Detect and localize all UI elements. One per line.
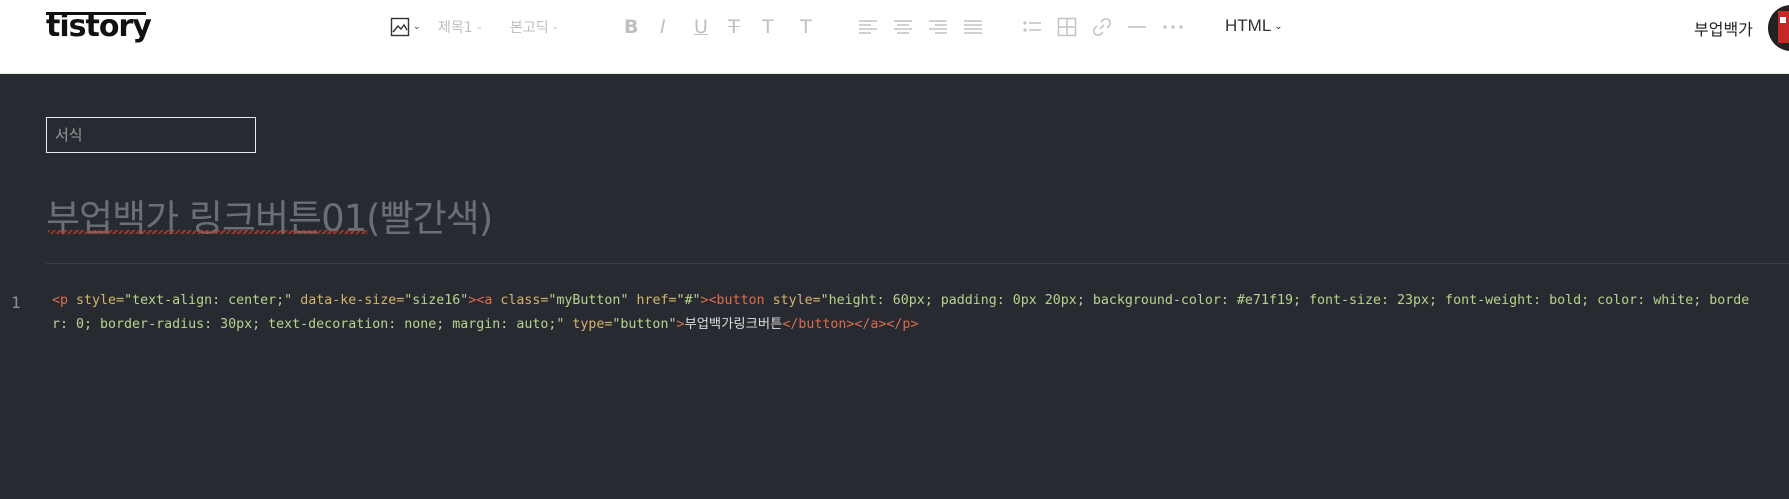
bulleted-list-button[interactable] xyxy=(1022,16,1042,38)
avatar[interactable] xyxy=(1768,5,1789,51)
highlight-button[interactable]: T xyxy=(800,16,812,38)
italic-icon: I xyxy=(660,16,666,38)
text-color-icon: T xyxy=(762,16,774,38)
blog-name[interactable]: 부업백가 xyxy=(1694,16,1753,40)
more-icon xyxy=(1163,25,1183,29)
html-code-editor[interactable]: <p style="text-align: center;" data-ke-s… xyxy=(52,289,1752,337)
chevron-down-icon: ⌄ xyxy=(475,22,484,32)
underline-button[interactable]: U xyxy=(694,16,708,38)
highlight-icon: T xyxy=(800,16,812,38)
align-center-button[interactable] xyxy=(893,16,913,38)
underline-icon: U xyxy=(694,16,708,38)
bold-icon: B xyxy=(624,16,639,38)
code-token: data-ke-size= xyxy=(292,293,405,308)
strikethrough-button[interactable]: T xyxy=(728,16,740,38)
horizontal-rule-button[interactable] xyxy=(1127,16,1147,38)
heading-label: 제목1 xyxy=(438,20,473,36)
chevron-down-icon: ⌄ xyxy=(413,22,421,32)
code-token: "#" xyxy=(676,293,701,308)
align-right-icon xyxy=(929,20,947,34)
link-icon xyxy=(1092,17,1112,37)
font-label: 본고딕 xyxy=(510,20,549,36)
bold-button[interactable]: B xyxy=(624,16,638,38)
text-color-button[interactable]: T xyxy=(762,16,774,38)
category-select[interactable]: 서식 xyxy=(46,117,256,153)
horizontal-rule-icon xyxy=(1128,26,1146,28)
table-icon xyxy=(1057,17,1077,37)
align-left-icon xyxy=(859,20,877,34)
code-token: > xyxy=(700,293,709,308)
editor-mode-select[interactable]: HTML ⌄ xyxy=(1225,16,1283,36)
code-token: <p xyxy=(52,293,69,308)
editor-mode-label: HTML xyxy=(1225,16,1272,35)
strikethrough-icon: T xyxy=(728,16,740,38)
align-justify-button[interactable] xyxy=(963,16,983,38)
code-token: "myButton" xyxy=(548,293,629,308)
link-button[interactable] xyxy=(1092,16,1112,38)
code-token: "text-align: center;" xyxy=(124,293,293,308)
spellcheck-underline xyxy=(48,230,368,234)
code-token: <button xyxy=(708,293,765,308)
italic-button[interactable]: I xyxy=(660,16,666,38)
list-icon xyxy=(1023,21,1041,32)
code-token: style= xyxy=(764,293,821,308)
heading-select[interactable]: 제목1 ⌄ xyxy=(438,16,483,38)
align-justify-icon xyxy=(964,20,982,34)
code-token: </button></a></p> xyxy=(782,317,919,332)
align-center-icon xyxy=(894,20,912,34)
more-options-button[interactable] xyxy=(1162,16,1184,38)
font-select[interactable]: 본고딕 ⌄ xyxy=(510,16,559,38)
align-right-button[interactable] xyxy=(928,16,948,38)
editor-toolbar: tistory ⌄ 제목1 ⌄ 본고딕 ⌄ B I U T T T HTML ⌄… xyxy=(0,0,1789,74)
chevron-down-icon: ⌄ xyxy=(1274,20,1283,32)
align-left-button[interactable] xyxy=(858,16,878,38)
image-icon xyxy=(390,17,410,37)
line-number: 1 xyxy=(11,293,21,312)
divider xyxy=(46,263,1789,264)
tistory-logo[interactable]: tistory xyxy=(46,9,152,44)
code-token: style= xyxy=(68,293,125,308)
code-token: class= xyxy=(492,293,549,308)
code-token: href= xyxy=(628,293,677,308)
code-token: "button" xyxy=(612,317,677,332)
code-token: type= xyxy=(564,317,613,332)
code-token: "size16" xyxy=(404,293,469,308)
table-button[interactable] xyxy=(1057,16,1077,38)
chevron-down-icon: ⌄ xyxy=(551,22,560,32)
code-token: <a xyxy=(476,293,493,308)
insert-image-button[interactable]: ⌄ xyxy=(390,16,421,38)
code-token: 부업백가링크버튼 xyxy=(684,317,783,332)
